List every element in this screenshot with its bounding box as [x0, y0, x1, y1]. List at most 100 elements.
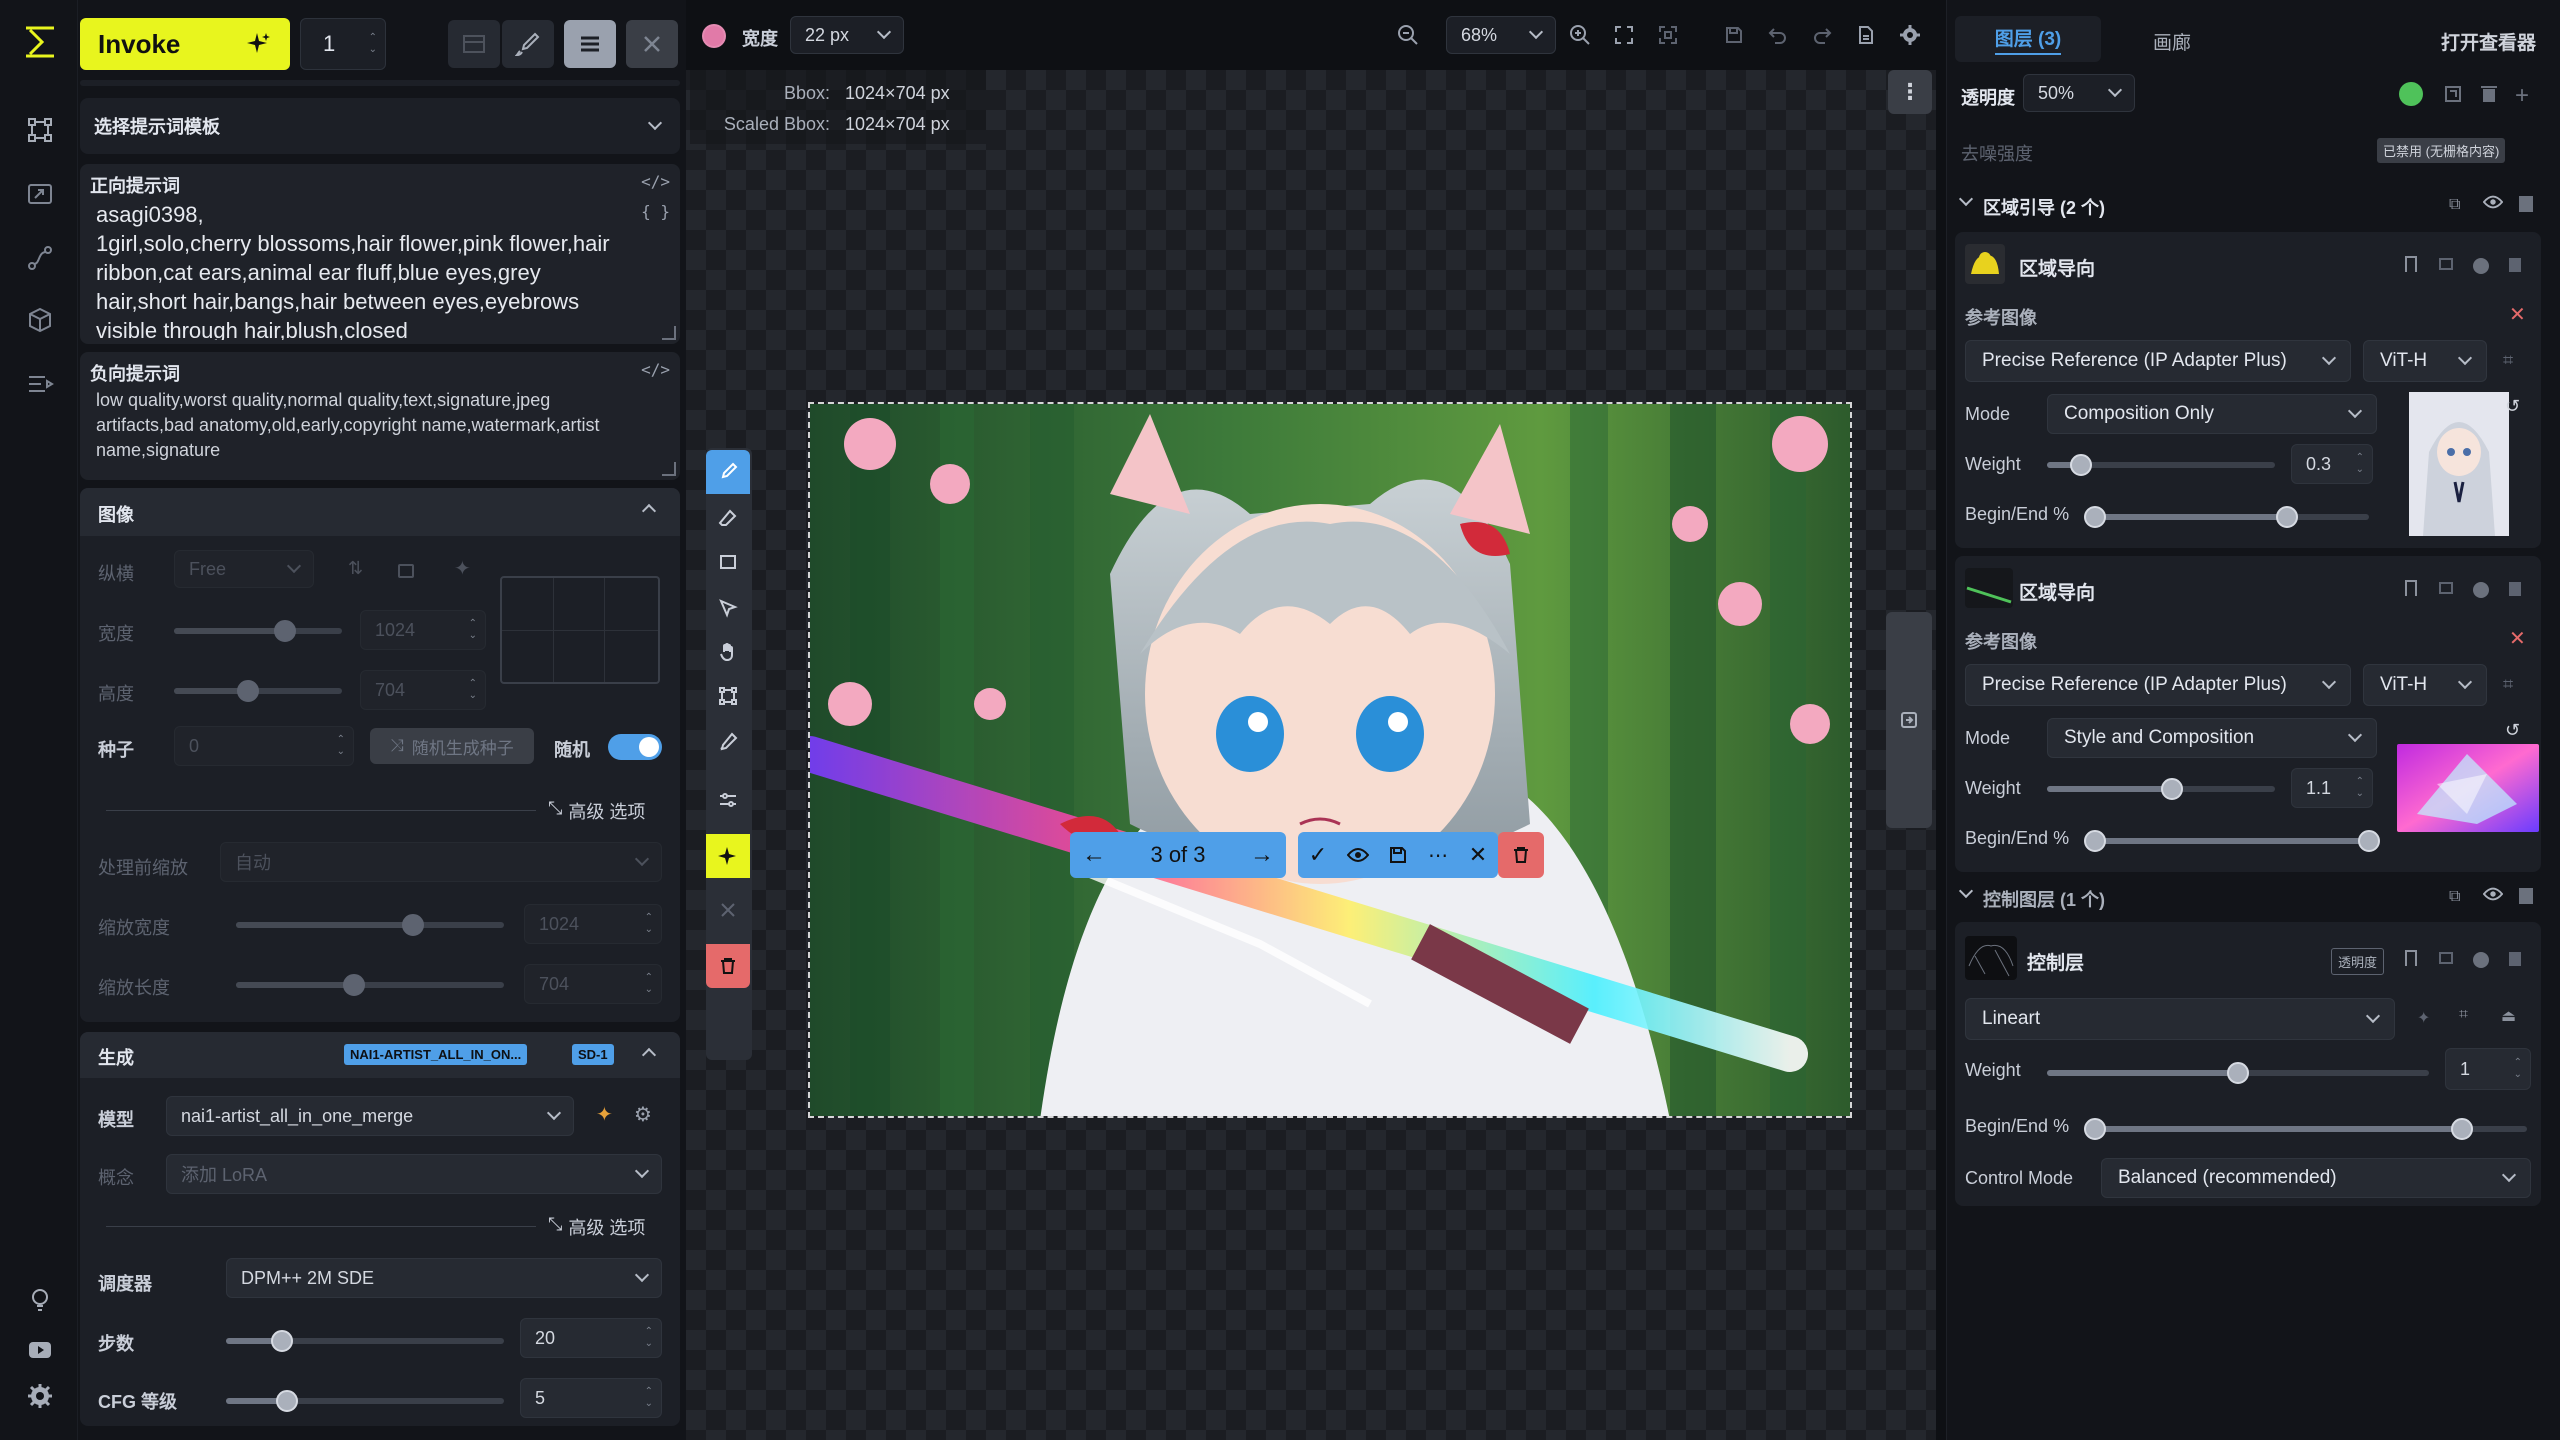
- staging-prev-button[interactable]: ←: [1070, 832, 1118, 878]
- control-mode-select[interactable]: Balanced (recommended): [2101, 1158, 2531, 1198]
- width-slider[interactable]: [174, 620, 342, 642]
- menu-button[interactable]: [564, 20, 616, 68]
- models-icon[interactable]: [22, 302, 58, 338]
- canvas-workflow-icon[interactable]: [22, 112, 58, 148]
- undo-icon[interactable]: [1756, 13, 1800, 57]
- weight-input-1[interactable]: 0.3 ⌃ ⌄: [2291, 444, 2373, 484]
- scheduler-select[interactable]: DPM++ 2M SDE: [226, 1258, 662, 1298]
- brush-mode-button[interactable]: [502, 20, 554, 68]
- export-icon[interactable]: [1844, 13, 1888, 57]
- delete-group-icon[interactable]: [2519, 196, 2533, 212]
- bookmark-icon[interactable]: [2405, 950, 2417, 966]
- close-tool-button[interactable]: [706, 888, 750, 932]
- control-model-select[interactable]: Lineart: [1965, 998, 2395, 1040]
- visibility-eye-icon[interactable]: [2483, 194, 2503, 210]
- cfg-stepper[interactable]: ⌃ ⌄: [645, 1386, 653, 1410]
- invoke-button[interactable]: Invoke: [80, 18, 290, 70]
- reference-thumbnail-2[interactable]: [2397, 744, 2539, 832]
- save-icon[interactable]: [1712, 13, 1756, 57]
- control-weight-input[interactable]: 1 ⌃ ⌄: [2445, 1048, 2531, 1090]
- clip-select-1[interactable]: ViT-H: [2363, 340, 2487, 382]
- lightbulb-icon[interactable]: [22, 1282, 58, 1318]
- bookmark-icon[interactable]: [2405, 256, 2417, 272]
- cfg-slider[interactable]: [226, 1390, 504, 1412]
- prompt-template-select[interactable]: 选择提示词模板: [80, 98, 680, 154]
- resize-handle-icon[interactable]: [662, 462, 676, 476]
- opacity-select[interactable]: 50%: [2023, 74, 2135, 112]
- pan-tool-button[interactable]: [706, 630, 750, 674]
- cfg-input[interactable]: 5 ⌃ ⌄: [520, 1378, 662, 1418]
- ip-adapter-select-2[interactable]: Precise Reference (IP Adapter Plus): [1965, 664, 2351, 706]
- settings-gear-icon[interactable]: [22, 1378, 58, 1414]
- accept-check-icon[interactable]: ✓: [1298, 832, 1338, 878]
- lock-icon[interactable]: [398, 564, 414, 578]
- tab-layers[interactable]: 图层 (3): [1955, 16, 2101, 62]
- filters-button[interactable]: [706, 778, 750, 822]
- delete-all-icon[interactable]: [2479, 84, 2501, 106]
- lock-icon[interactable]: [2439, 952, 2453, 964]
- iterations-stepper[interactable]: ⌃ ⌄: [369, 32, 377, 56]
- control-title[interactable]: 控制层: [2027, 948, 2084, 975]
- steps-input[interactable]: 20 ⌃ ⌄: [520, 1318, 662, 1358]
- fit-bbox-icon[interactable]: [1646, 13, 1690, 57]
- swap-dimensions-icon[interactable]: ⇅: [348, 558, 363, 579]
- positive-prompt-text[interactable]: asagi0398, 1girl,solo,cherry blossoms,ha…: [96, 200, 636, 340]
- delete-layer-button[interactable]: [706, 944, 750, 988]
- lock-icon[interactable]: [2439, 582, 2453, 594]
- negative-prompt-text[interactable]: low quality,worst quality,normal quality…: [96, 388, 636, 463]
- merge-icon[interactable]: ⧉: [2449, 888, 2460, 906]
- lora-select[interactable]: 添加 LoRA: [166, 1154, 662, 1194]
- control-weight-slider[interactable]: [2047, 1062, 2429, 1084]
- move-tool-button[interactable]: [706, 586, 750, 630]
- control-transparency-icon[interactable]: ⏏: [2501, 1006, 2516, 1026]
- generation-section-header[interactable]: 生成 NAI1-ARTIST_ALL_IN_ON... SD-1: [80, 1032, 680, 1078]
- steps-stepper[interactable]: ⌃ ⌄: [645, 1326, 653, 1350]
- clip-select-2[interactable]: ViT-H: [2363, 664, 2487, 706]
- delete-layer-icon[interactable]: [2509, 258, 2521, 272]
- reset-icon[interactable]: ↺: [2505, 396, 2520, 417]
- queue-icon[interactable]: [22, 366, 58, 402]
- mode-select-1[interactable]: Composition Only: [2047, 394, 2377, 434]
- zoom-in-icon[interactable]: [1558, 13, 1602, 57]
- side-panel-handle[interactable]: [1886, 612, 1932, 828]
- zoom-out-icon[interactable]: [1386, 13, 1430, 57]
- staging-next-button[interactable]: →: [1238, 832, 1286, 878]
- width-stepper[interactable]: ⌃ ⌄: [469, 618, 477, 642]
- save-to-gallery-icon[interactable]: [1378, 832, 1418, 878]
- height-input[interactable]: 704 ⌃ ⌄: [360, 670, 486, 710]
- enabled-dot-icon[interactable]: [2473, 582, 2489, 598]
- rect-tool-button[interactable]: [706, 540, 750, 584]
- optimal-size-sparkle-icon[interactable]: ✦: [454, 556, 471, 581]
- model-select[interactable]: nai1-artist_all_in_one_merge: [166, 1096, 574, 1136]
- color-picker-tool-button[interactable]: [706, 720, 750, 764]
- toggle-visibility-eye-icon[interactable]: [1338, 832, 1378, 878]
- bbox-tool-button[interactable]: [706, 674, 750, 718]
- bbox-icon[interactable]: ⌗: [2503, 674, 2513, 695]
- upscale-icon[interactable]: [22, 176, 58, 212]
- delete-layer-icon[interactable]: [2509, 952, 2521, 966]
- fit-to-screen-icon[interactable]: [1602, 13, 1646, 57]
- cancel-all-button[interactable]: [626, 20, 678, 68]
- begin-end-slider-1[interactable]: [2084, 506, 2369, 528]
- redo-icon[interactable]: [1800, 13, 1844, 57]
- scaled-width-input[interactable]: 1024 ⌃ ⌄: [524, 904, 662, 944]
- brush-width-select[interactable]: 22 px: [790, 16, 904, 54]
- remove-reference-icon[interactable]: ✕: [2509, 626, 2526, 651]
- scaled-height-input[interactable]: 704 ⌃ ⌄: [524, 964, 662, 1004]
- iterations-input[interactable]: 1 ⌃ ⌄: [300, 18, 386, 70]
- bbox-icon[interactable]: ⌗: [2503, 350, 2513, 371]
- reference-thumbnail-1[interactable]: [2409, 392, 2509, 536]
- zoom-select[interactable]: 68%: [1446, 16, 1556, 54]
- eraser-tool-button[interactable]: [706, 496, 750, 540]
- merge-icon[interactable]: ⧉: [2449, 196, 2460, 214]
- canvas-right-divider[interactable]: [1936, 0, 1946, 1440]
- queue-front-button[interactable]: [448, 20, 500, 68]
- control-weight-stepper[interactable]: ⌃ ⌄: [2514, 1057, 2522, 1081]
- control-bbox-icon[interactable]: ⌗: [2459, 1006, 2468, 1024]
- height-slider[interactable]: [174, 680, 342, 702]
- enabled-dot-icon[interactable]: [2473, 258, 2489, 274]
- add-layer-plus-icon[interactable]: +: [2515, 82, 2537, 109]
- discard-close-icon[interactable]: ✕: [1458, 832, 1498, 878]
- control-begin-end-slider[interactable]: [2084, 1118, 2527, 1140]
- duplicate-layer-icon[interactable]: [2443, 84, 2465, 106]
